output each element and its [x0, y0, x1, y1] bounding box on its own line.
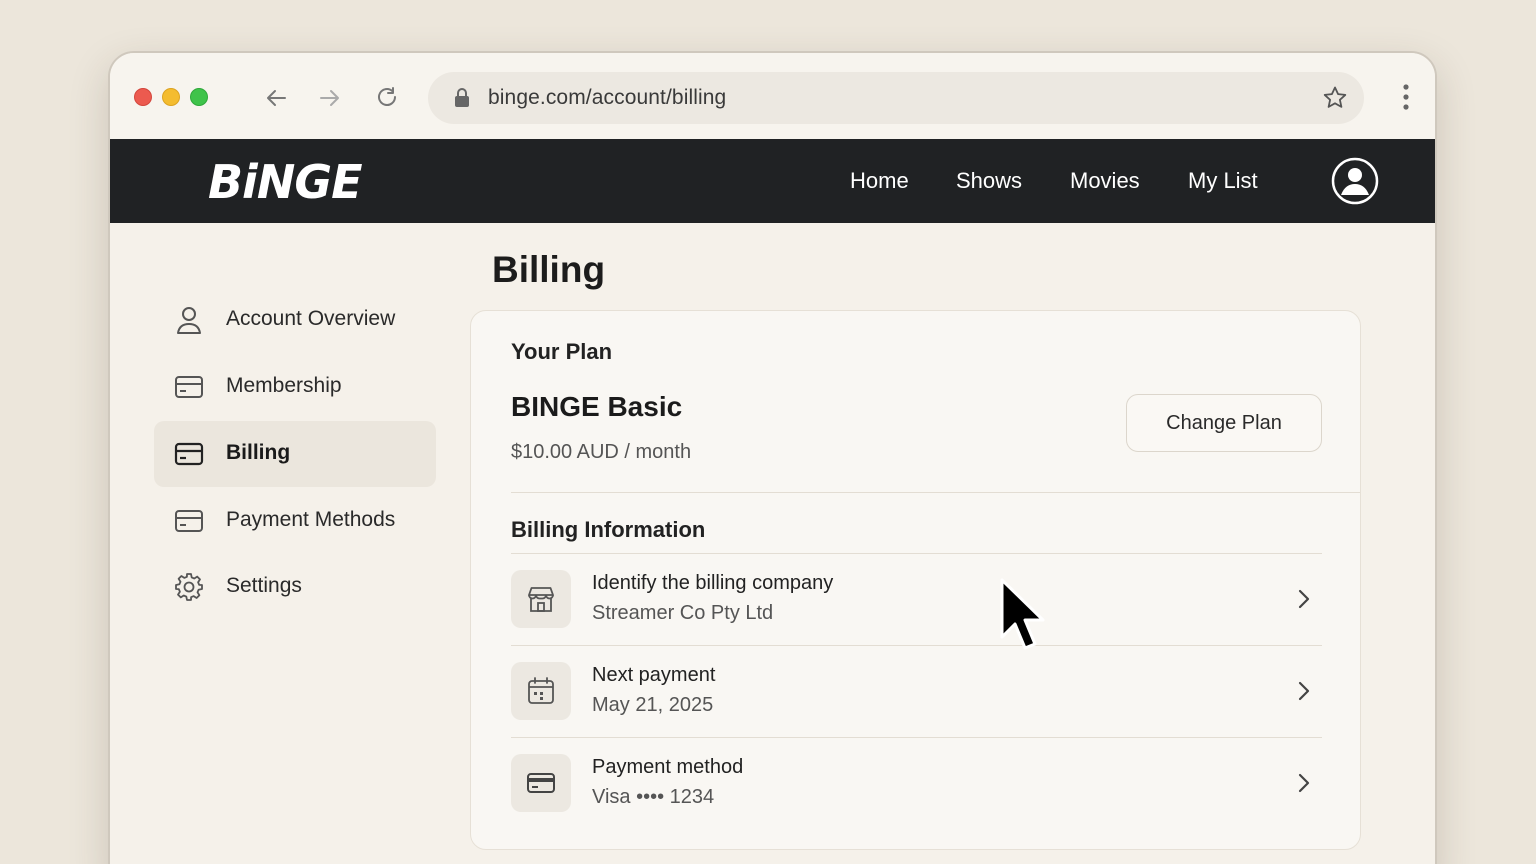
page-title: Billing — [492, 249, 606, 290]
maximize-window-button[interactable] — [190, 88, 208, 106]
next-payment-row[interactable]: Next payment May 21, 2025 — [511, 646, 1322, 738]
chevron-right-icon — [1298, 773, 1310, 793]
address-bar[interactable]: binge.com/account/billing — [428, 72, 1364, 124]
nav-movies[interactable]: Movies — [1070, 168, 1140, 194]
row-value: Streamer Co Pty Ltd — [592, 602, 774, 624]
chevron-right-icon — [1298, 681, 1310, 701]
row-value: Visa •••• 1234 — [592, 786, 715, 808]
sidebar-item-settings[interactable]: Settings — [154, 554, 436, 620]
card-icon — [175, 376, 203, 398]
sidebar-item-label: Account Overview — [226, 307, 396, 330]
card-icon — [174, 442, 204, 466]
arrow-left-icon — [267, 90, 286, 106]
sidebar-item-account-overview[interactable]: Account Overview — [154, 287, 436, 353]
browser-window: binge.com/account/billing BiNGE Home Sho… — [108, 51, 1437, 864]
forward-button[interactable] — [315, 83, 345, 113]
browser-toolbar: binge.com/account/billing — [110, 53, 1435, 139]
change-plan-button[interactable]: Change Plan — [1126, 394, 1322, 452]
sidebar-item-membership[interactable]: Membership — [154, 354, 436, 420]
reload-button[interactable] — [372, 83, 402, 113]
url-text: binge.com/account/billing — [488, 86, 727, 109]
nav-home[interactable]: Home — [850, 168, 909, 194]
minimize-window-button[interactable] — [162, 88, 180, 106]
row-title: Next payment — [592, 664, 716, 686]
more-options-icon[interactable] — [1403, 84, 1409, 110]
bookmark-star-icon[interactable] — [1322, 85, 1348, 111]
sidebar-item-label: Payment Methods — [226, 508, 396, 531]
person-icon — [177, 307, 201, 334]
payment-method-row[interactable]: Payment method Visa •••• 1234 — [511, 738, 1322, 830]
plan-price: $10.00 AUD / month — [511, 441, 692, 463]
sidebar-item-label: Membership — [226, 374, 342, 397]
close-window-button[interactable] — [134, 88, 152, 106]
reload-icon — [378, 87, 396, 106]
chevron-right-icon — [1298, 589, 1310, 609]
window-controls — [134, 88, 208, 106]
billing-card: Your Plan BINGE Basic $10.00 AUD / month… — [470, 310, 1361, 850]
storefront-icon — [511, 570, 571, 628]
binge-logo[interactable]: BiNGE — [208, 155, 363, 209]
back-button[interactable] — [261, 83, 291, 113]
site-header: BiNGE Home Shows Movies My List — [110, 139, 1435, 223]
mouse-pointer-icon — [1000, 578, 1045, 650]
nav-my-list[interactable]: My List — [1188, 168, 1258, 194]
calendar-icon — [511, 662, 571, 720]
credit-card-icon — [511, 754, 571, 812]
profile-avatar-icon[interactable] — [1331, 157, 1379, 205]
nav-shows[interactable]: Shows — [956, 168, 1022, 194]
lock-icon — [455, 88, 469, 107]
billing-company-row[interactable]: Identify the billing company Streamer Co… — [511, 554, 1322, 646]
arrow-right-icon — [320, 90, 339, 106]
row-value: May 21, 2025 — [592, 694, 714, 716]
row-title: Payment method — [592, 756, 744, 778]
sidebar-item-billing[interactable]: Billing — [154, 421, 436, 487]
plan-name: BINGE Basic — [511, 391, 683, 422]
billing-information-heading: Billing Information — [511, 517, 706, 542]
gear-icon — [175, 573, 203, 601]
card-icon — [175, 510, 203, 532]
sidebar-item-label: Billing — [226, 441, 291, 464]
row-title: Identify the billing company — [592, 572, 834, 594]
your-plan-heading: Your Plan — [511, 339, 613, 364]
section-divider — [511, 492, 1360, 493]
sidebar-item-label: Settings — [226, 574, 302, 597]
sidebar-item-payment-methods[interactable]: Payment Methods — [154, 488, 436, 554]
